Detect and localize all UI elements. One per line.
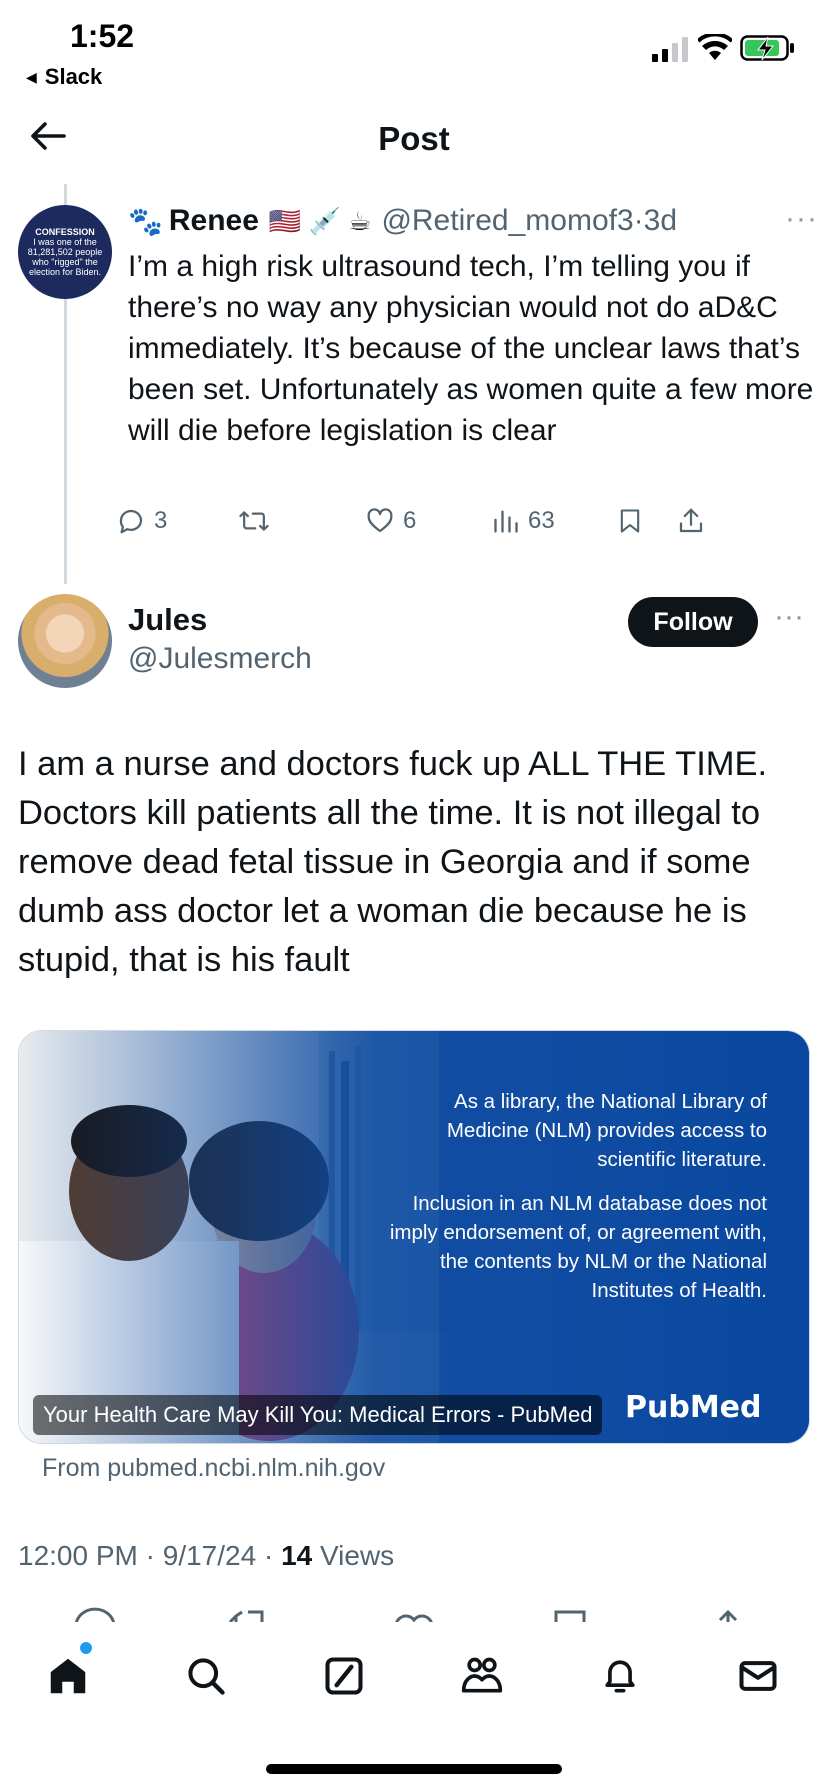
more-options-icon[interactable]: ··· (785, 202, 818, 236)
parent-tweet-actions: 3 6 63 (119, 506, 818, 550)
reply-button[interactable]: 3 (116, 506, 167, 536)
tweet-date: 9/17/24 (162, 1540, 257, 1571)
cellular-signal-icon (652, 37, 688, 62)
tweet-text: I’m a high risk ultrasound tech, I’m tel… (128, 250, 814, 447)
follow-button[interactable]: Follow (628, 597, 758, 647)
separator-dot: · (263, 1540, 274, 1571)
tab-home[interactable] (42, 1650, 94, 1702)
views-button[interactable]: 63 (492, 506, 555, 536)
tab-compose[interactable] (318, 1650, 370, 1702)
tweet-meta: 12:00 PM · 9/17/24 · 14 Views (18, 1540, 394, 1572)
back-triangle-icon: ◀ (26, 68, 37, 85)
card-source-domain[interactable]: From pubmed.ncbi.nlm.nih.gov (42, 1454, 385, 1483)
compose-icon (325, 1657, 363, 1695)
parent-tweet: 🐾 Renee 🇺🇸 💉 ☕ @Retired_momof3 · 3d ··· … (128, 198, 818, 451)
avatar-body-text: I was one of the 81,281,502 people who "… (27, 237, 103, 277)
user-handle[interactable]: @Retired_momof3 (381, 204, 633, 238)
tab-messages[interactable] (732, 1650, 784, 1702)
back-to-app-link[interactable]: ◀ Slack (26, 64, 102, 90)
paw-prints-icon: 🐾 (128, 205, 163, 237)
home-indicator (266, 1764, 562, 1774)
tweet-text: I am a nurse and doctors fuck up ALL THE… (18, 745, 768, 979)
home-icon (50, 1658, 86, 1694)
more-options-icon[interactable]: ··· (774, 600, 804, 634)
parent-tweet-header: 🐾 Renee 🇺🇸 💉 ☕ @Retired_momof3 · 3d (128, 198, 818, 244)
tweet-age: 3d (643, 204, 678, 237)
bottom-tab-bar (0, 1622, 828, 1732)
card-title: Your Health Care May Kill You: Medical E… (33, 1395, 603, 1435)
back-app-label: Slack (44, 64, 103, 89)
communities-icon (461, 1657, 503, 1693)
views-label: Views (320, 1540, 395, 1571)
notifications-icon (605, 1660, 635, 1693)
tab-search[interactable] (180, 1650, 232, 1702)
view-count: 63 (528, 507, 555, 534)
display-name[interactable]: Jules (128, 602, 207, 638)
status-time: 1:52 (70, 18, 135, 54)
share-button[interactable] (676, 506, 706, 536)
page-title: Post (378, 120, 450, 157)
pubmed-logo: PubMed (625, 1390, 762, 1425)
search-icon (188, 1658, 225, 1695)
tab-notifications[interactable] (594, 1650, 646, 1702)
bookmark-icon (620, 509, 640, 533)
user-handle[interactable]: @Julesmerch (128, 642, 312, 676)
bookmark-button[interactable] (616, 506, 644, 536)
avatar-heading-text: CONFESSION (35, 227, 95, 237)
card-notice-line-1: As a library, the National Library of Me… (446, 1090, 767, 1171)
tab-communities[interactable] (456, 1650, 508, 1702)
battery-charging-icon (740, 35, 794, 61)
link-preview-card[interactable]: As a library, the National Library of Me… (18, 1030, 810, 1444)
avatar[interactable] (18, 594, 112, 688)
reply-count: 3 (154, 507, 168, 534)
like-button[interactable]: 6 (365, 506, 416, 536)
repost-icon (239, 511, 269, 531)
repost-button[interactable] (238, 506, 270, 536)
tweet-time: 12:00 PM (18, 1540, 138, 1571)
analytics-bars-icon (494, 510, 518, 533)
like-count: 6 (403, 507, 417, 534)
card-notice-line-2: Inclusion in an NLM database does not im… (389, 1192, 767, 1302)
name-emojis: 🇺🇸 💉 ☕ (268, 205, 372, 236)
separator-dot: · (633, 204, 644, 237)
status-bar: 1:52 ◀ Slack (0, 0, 828, 92)
unread-dot (80, 1642, 92, 1654)
display-name[interactable]: Renee (169, 204, 259, 238)
views-count: 14 (281, 1540, 313, 1571)
heart-icon (367, 508, 393, 533)
wifi-icon (698, 34, 732, 60)
separator-dot: · (145, 1540, 155, 1571)
pubmed-logo-text: PubMed (625, 1390, 762, 1425)
top-nav-bar: Post (0, 92, 828, 188)
card-notice: As a library, the National Library of Me… (387, 1087, 767, 1305)
reply-icon (119, 509, 143, 534)
share-icon (679, 508, 703, 533)
avatar[interactable]: CONFESSION I was one of the 81,281,502 p… (18, 205, 112, 299)
messages-icon (739, 1661, 777, 1691)
